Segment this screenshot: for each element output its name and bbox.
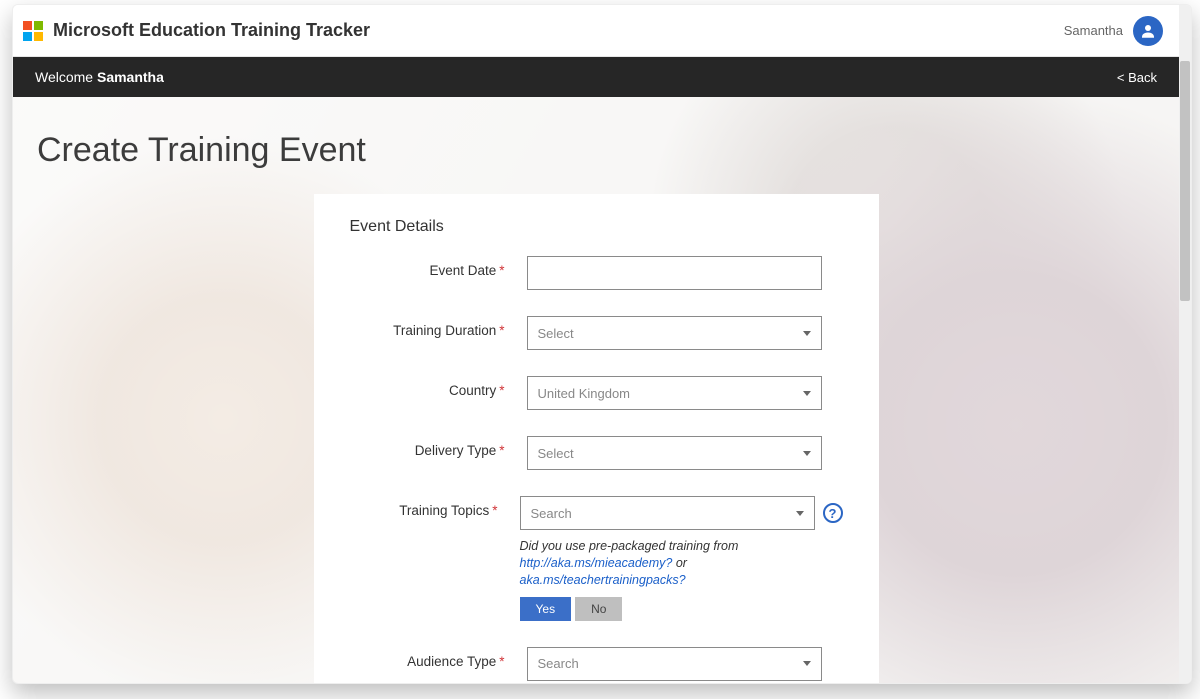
welcome-bar: Welcome Samantha < Back (13, 57, 1179, 97)
scroll-area: Microsoft Education Training Tracker Sam… (13, 5, 1179, 683)
label-delivery-type: Delivery Type* (350, 436, 505, 458)
user-name-label: Samantha (1064, 23, 1123, 38)
audience-type-placeholder: Search (538, 656, 579, 671)
row-event-date: Event Date* (350, 256, 843, 290)
event-date-input[interactable] (527, 256, 822, 290)
training-duration-placeholder: Select (538, 326, 574, 341)
avatar[interactable] (1133, 16, 1163, 46)
label-training-duration: Training Duration* (350, 316, 505, 338)
chevron-down-icon (803, 331, 811, 336)
back-link[interactable]: < Back (1117, 70, 1157, 85)
hero-area: Create Training Event Event Details Even… (13, 97, 1179, 683)
audience-type-search[interactable]: Search (527, 647, 822, 681)
row-training-duration: Training Duration* Select (350, 316, 843, 350)
country-select[interactable]: United Kingdom (527, 376, 822, 410)
prepackaged-yes-no: Yes No (520, 597, 843, 621)
country-value: United Kingdom (538, 386, 631, 401)
brand: Microsoft Education Training Tracker (23, 20, 370, 41)
vertical-scrollbar[interactable] (1179, 5, 1191, 683)
chevron-down-icon (803, 451, 811, 456)
chevron-down-icon (796, 511, 804, 516)
app-title: Microsoft Education Training Tracker (53, 20, 370, 41)
help-icon[interactable]: ? (823, 503, 843, 523)
label-country: Country* (350, 376, 505, 398)
delivery-type-select[interactable]: Select (527, 436, 822, 470)
user-area[interactable]: Samantha (1064, 16, 1163, 46)
welcome-prefix: Welcome (35, 69, 97, 85)
welcome-name: Samantha (97, 69, 164, 85)
chevron-down-icon (803, 391, 811, 396)
link-mieacademy[interactable]: http://aka.ms/mieacademy? (520, 556, 673, 570)
prepackaged-no-button[interactable]: No (575, 597, 622, 621)
row-training-topics: Training Topics* Search ? Did you use pr… (350, 496, 843, 621)
label-audience-type: Audience Type* (350, 647, 505, 669)
chevron-down-icon (803, 661, 811, 666)
microsoft-logo-icon (23, 21, 43, 41)
training-topics-placeholder: Search (531, 506, 572, 521)
topbar: Microsoft Education Training Tracker Sam… (13, 5, 1179, 57)
delivery-type-placeholder: Select (538, 446, 574, 461)
row-delivery-type: Delivery Type* Select (350, 436, 843, 470)
required-marker: * (499, 263, 504, 278)
label-event-date: Event Date* (350, 256, 505, 278)
row-country: Country* United Kingdom (350, 376, 843, 410)
person-icon (1139, 22, 1157, 40)
page-title: Create Training Event (13, 97, 1179, 194)
prepackaged-yes-button[interactable]: Yes (520, 597, 572, 621)
label-training-topics: Training Topics* (350, 496, 498, 518)
link-teachertrainingpacks[interactable]: aka.ms/teachertrainingpacks? (520, 573, 686, 587)
training-topics-search[interactable]: Search (520, 496, 815, 530)
welcome-text: Welcome Samantha (35, 69, 164, 85)
scrollbar-thumb[interactable] (1180, 61, 1190, 301)
form-card: Event Details Event Date* Training Durat… (314, 194, 879, 683)
row-audience-type: Audience Type* Search (350, 647, 843, 681)
prepackaged-question: Did you use pre-packaged training from h… (520, 538, 843, 589)
training-duration-select[interactable]: Select (527, 316, 822, 350)
section-title: Event Details (350, 218, 843, 236)
app-shell: Microsoft Education Training Tracker Sam… (12, 4, 1192, 684)
